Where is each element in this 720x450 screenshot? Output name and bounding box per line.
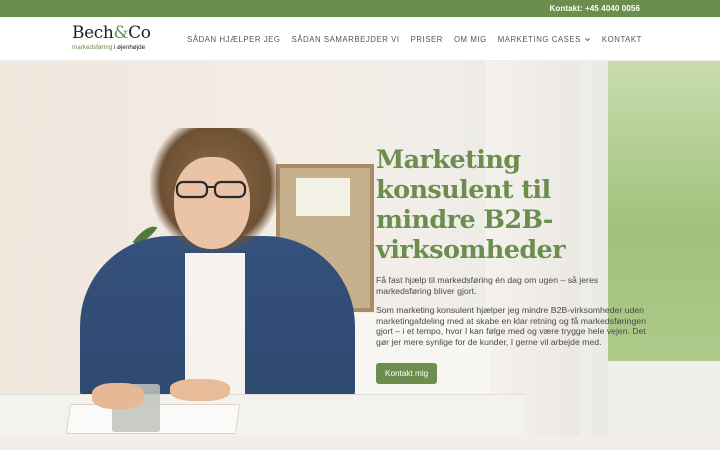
chevron-down-icon	[584, 37, 590, 41]
nav-item-kontakt[interactable]: KONTAKT	[602, 35, 642, 44]
nav-item-saadan-samarbejder-vi[interactable]: SÅDAN SAMARBEJDER VI	[292, 35, 400, 44]
contact-me-button[interactable]: Kontakt mig	[376, 362, 438, 384]
photo-person-face	[174, 157, 250, 249]
hero-section: Marketing konsulent til mindre B2B-virks…	[0, 61, 720, 436]
next-section-strip	[0, 436, 720, 450]
nav-item-saadan-hjaelper-jeg[interactable]: SÅDAN HJÆLPER JEG	[187, 35, 280, 44]
main-nav: SÅDAN HJÆLPER JEG SÅDAN SAMARBEJDER VI P…	[187, 17, 642, 61]
nav-item-priser[interactable]: PRISER	[411, 35, 443, 44]
logo-name-part1: Bech	[72, 23, 114, 43]
photo-person-glasses	[175, 180, 247, 199]
hero-content: Marketing konsulent til mindre B2B-virks…	[376, 145, 652, 384]
logo-wordmark: Bech&Co	[72, 24, 162, 42]
site-header: Bech&Co markedsføring i øjenhøjde SÅDAN …	[0, 17, 720, 61]
nav-item-marketing-cases[interactable]: MARKETING CASES	[498, 35, 591, 44]
logo-tagline: markedsføring i øjenhøjde	[72, 43, 162, 52]
nav-item-marketing-cases-label: MARKETING CASES	[497, 34, 581, 44]
topbar-contact-link[interactable]: Kontakt: +45 4040 0056	[550, 4, 640, 13]
nav-item-om-mig[interactable]: OM MIG	[454, 35, 487, 44]
hero-paragraph-1: Få fast hjælp til markedsføring én dag o…	[376, 275, 599, 296]
photo-corkboard-paper	[296, 178, 350, 216]
logo-ampersand: &	[113, 23, 129, 43]
logo-name-part2: Co	[128, 23, 151, 43]
hero-paragraph-2: Som marketing konsulent hjælper jeg mind…	[376, 305, 646, 347]
logo-tagline-green: markedsføring	[72, 44, 113, 51]
hero-title: Marketing konsulent til mindre B2B-virks…	[376, 145, 566, 265]
site-logo[interactable]: Bech&Co markedsføring i øjenhøjde	[72, 24, 162, 56]
top-bar: Kontakt: +45 4040 0056	[0, 0, 720, 17]
logo-tagline-dark: øjenhøjde	[117, 44, 146, 51]
photo-person-hand	[92, 383, 144, 409]
photo-person-hand	[170, 379, 230, 401]
